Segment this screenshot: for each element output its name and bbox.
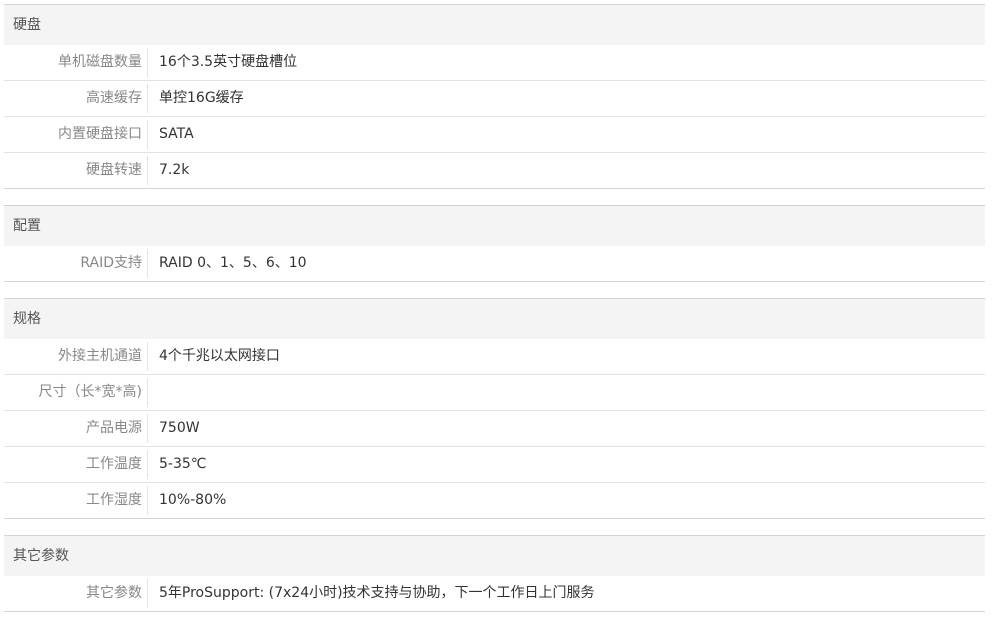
spec-value: 5年ProSupport: (7x24小时)技术支持与协助，下一个工作日上门服务 [159, 585, 595, 601]
section-disk: 硬盘 单机磁盘数量 16个3.5英寸硬盘槽位 高速缓存 单控16G缓存 内置硬盘… [4, 4, 985, 189]
section-rows: 外接主机通道 4个千兆以太网接口 尺寸（长*宽*高) 产品电源 750W 工作温… [4, 339, 985, 518]
section-title: 规格 [4, 299, 985, 339]
section-rows: 单机磁盘数量 16个3.5英寸硬盘槽位 高速缓存 单控16G缓存 内置硬盘接口 … [4, 45, 985, 188]
section-title: 配置 [4, 206, 985, 246]
spec-row-humidity: 工作湿度 10%-80% [4, 482, 985, 518]
spec-label: 尺寸（长*宽*高) [4, 378, 148, 407]
spec-label: 产品电源 [4, 414, 148, 443]
section-other: 其它参数 其它参数 5年ProSupport: (7x24小时)技术支持与协助，… [4, 535, 985, 612]
spec-row-disk-count: 单机磁盘数量 16个3.5英寸硬盘槽位 [4, 45, 985, 80]
spec-row-disk-speed: 硬盘转速 7.2k [4, 152, 985, 188]
spec-value: 4个千兆以太网接口 [159, 348, 280, 364]
section-specs: 规格 外接主机通道 4个千兆以太网接口 尺寸（长*宽*高) 产品电源 750W … [4, 298, 985, 519]
section-title: 其它参数 [4, 536, 985, 576]
spec-row-power: 产品电源 750W [4, 410, 985, 446]
spec-value: SATA [159, 126, 194, 142]
section-rows: RAID支持 RAID 0、1、5、6、10 [4, 246, 985, 281]
spec-value: RAID 0、1、5、6、10 [159, 255, 307, 271]
spec-row-raid: RAID支持 RAID 0、1、5、6、10 [4, 246, 985, 281]
spec-value: 10%-80% [159, 492, 227, 508]
spec-value: 5-35℃ [159, 456, 207, 472]
spec-label: 高速缓存 [4, 84, 148, 113]
spec-value: 16个3.5英寸硬盘槽位 [159, 54, 298, 70]
spec-value: 750W [159, 420, 200, 436]
spec-label: 工作温度 [4, 450, 148, 479]
spec-value: 单控16G缓存 [159, 90, 244, 106]
spec-value: 7.2k [159, 162, 190, 178]
section-config: 配置 RAID支持 RAID 0、1、5、6、10 [4, 205, 985, 282]
spec-table: 硬盘 单机磁盘数量 16个3.5英寸硬盘槽位 高速缓存 单控16G缓存 内置硬盘… [4, 4, 985, 628]
section-rows: 其它参数 5年ProSupport: (7x24小时)技术支持与协助，下一个工作… [4, 576, 985, 611]
spec-value [148, 375, 159, 410]
section-title: 硬盘 [4, 5, 985, 45]
spec-label: RAID支持 [4, 249, 148, 278]
spec-row-cache: 高速缓存 单控16G缓存 [4, 80, 985, 116]
spec-row-other: 其它参数 5年ProSupport: (7x24小时)技术支持与协助，下一个工作… [4, 576, 985, 611]
spec-label: 其它参数 [4, 579, 148, 608]
spec-label: 外接主机通道 [4, 342, 148, 371]
spec-label: 内置硬盘接口 [4, 120, 148, 149]
spec-row-temperature: 工作温度 5-35℃ [4, 446, 985, 482]
spec-row-disk-interface: 内置硬盘接口 SATA [4, 116, 985, 152]
spec-row-host-channel: 外接主机通道 4个千兆以太网接口 [4, 339, 985, 374]
spec-label: 硬盘转速 [4, 156, 148, 185]
spec-label: 工作湿度 [4, 486, 148, 515]
spec-label: 单机磁盘数量 [4, 48, 148, 77]
spec-row-dimensions: 尺寸（长*宽*高) [4, 374, 985, 410]
